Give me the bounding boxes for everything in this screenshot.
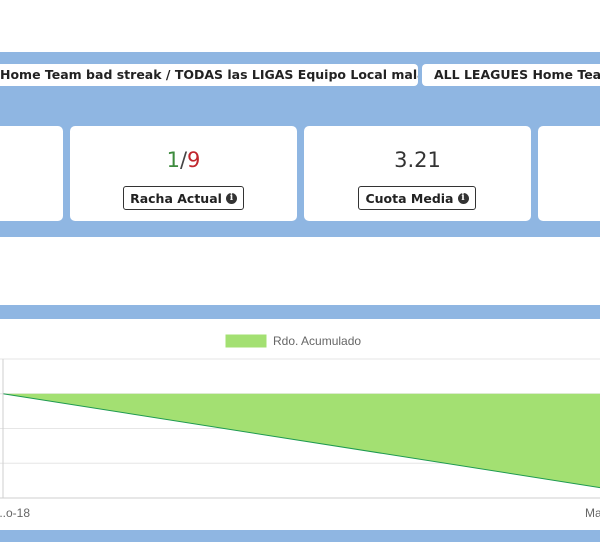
current-streak-button[interactable]: Racha Actual i [123, 186, 244, 210]
x-tick-label: Ma... [585, 506, 600, 520]
chart-panel: Rdo. Acumulado ...o-18 Ma... [0, 319, 600, 530]
streak-losses: 9 [187, 148, 201, 172]
stat-card-right [538, 126, 600, 221]
current-streak-label: Racha Actual [130, 190, 222, 206]
tab-all-leagues-home-team[interactable]: ALL LEAGUES Home Team bad streak [422, 64, 600, 86]
legend-swatch[interactable] [225, 334, 267, 348]
streak-wins: 1 [166, 148, 180, 172]
info-icon: i [225, 192, 237, 204]
info-icon: i [457, 192, 469, 204]
avg-odds-button[interactable]: Cuota Media i [358, 186, 476, 210]
tab-home-team-bad-streak[interactable]: Home Team bad streak / TODAS las LIGAS E… [0, 64, 418, 86]
current-streak-value: 1/9 [70, 148, 297, 172]
avg-odds-value: 3.21 [394, 148, 441, 172]
stat-card-left [0, 126, 63, 221]
tabs-band [0, 52, 600, 120]
avg-odds-label: Cuota Media [365, 190, 454, 206]
streak-separator: / [179, 148, 188, 172]
legend-label[interactable]: Rdo. Acumulado [273, 334, 361, 348]
x-tick-label: ...o-18 [0, 506, 30, 520]
cumulative-result-chart: Rdo. Acumulado ...o-18 Ma... [0, 334, 600, 520]
